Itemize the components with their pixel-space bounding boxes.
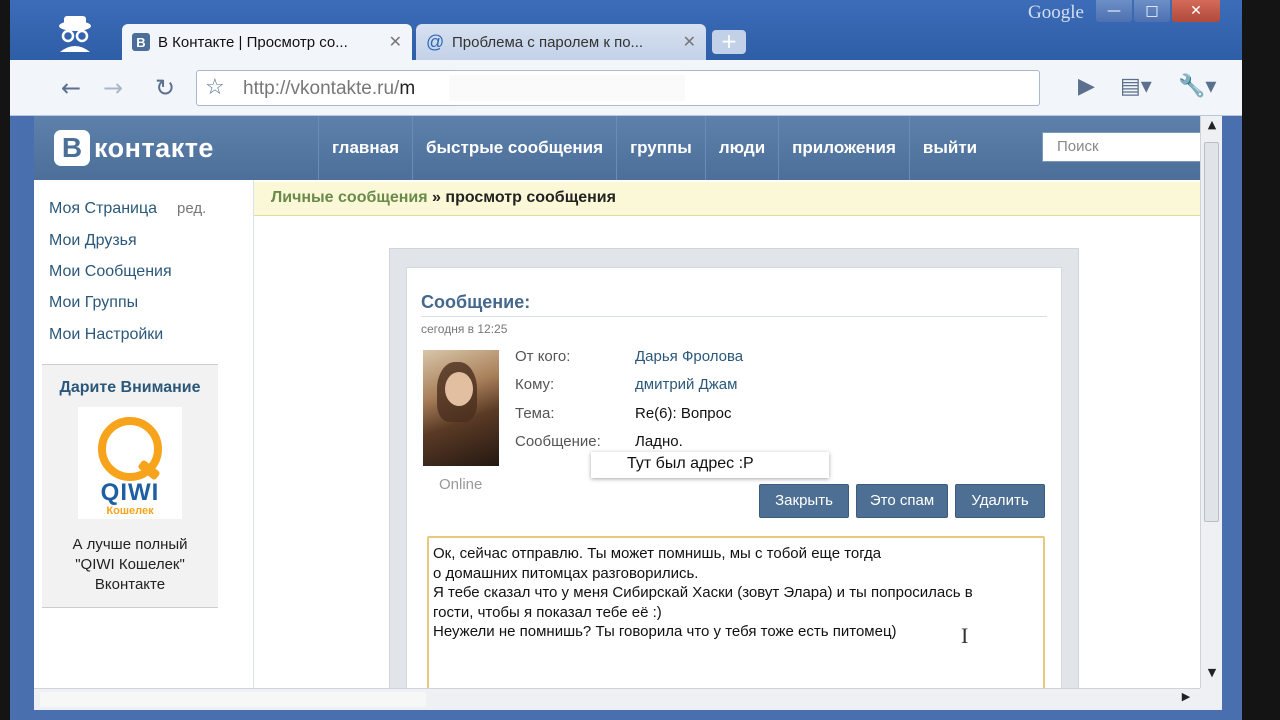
tab-password-problem[interactable]: @ Проблема с паролем к по... ✕: [416, 24, 706, 60]
message-heading: Сообщение:: [421, 292, 531, 312]
qiwi-word: QIWI: [100, 479, 160, 506]
subject-label: Тема:: [515, 405, 555, 422]
reload-icon[interactable]: ↻: [150, 74, 180, 102]
avatar-face: [445, 372, 473, 406]
to-label: Кому:: [515, 376, 555, 393]
nav-people[interactable]: люди: [704, 116, 778, 180]
ad-text: А лучше полный "QIWI Кошелек" Вконтакте: [42, 535, 218, 595]
body-label: Сообщение:: [515, 433, 601, 450]
sidebar-ad[interactable]: Дарите Внимание QIWI Кошелек А лучше пол…: [42, 364, 218, 608]
title-bar: B В Контакте | Просмотр со... ✕ @ Пробле…: [10, 0, 1242, 60]
from-label: От кого:: [515, 348, 571, 365]
breadcrumb-separator: »: [432, 189, 441, 206]
url-path: m: [399, 78, 416, 99]
scroll-right-icon[interactable]: ▶: [1176, 690, 1196, 710]
online-status: Online: [439, 476, 483, 493]
reply-line: Ок, сейчас отправлю. Ты может помнишь, м…: [433, 545, 882, 562]
tab-title: В Контакте | Просмотр со...: [158, 33, 348, 51]
scroll-thumb[interactable]: [1204, 142, 1219, 522]
vk-favicon: B: [132, 33, 150, 51]
overlay-note: Тут был адрес :P: [591, 452, 829, 478]
ad-text-line: А лучше полный: [72, 536, 188, 553]
incognito-icon: [59, 16, 91, 52]
scroll-thumb[interactable]: [40, 692, 426, 707]
left-sidebar: Моя Страница ред. Мои Друзья Мои Сообщен…: [34, 180, 254, 688]
maximize-button[interactable]: □: [1134, 0, 1170, 22]
tab-close-icon[interactable]: ✕: [683, 32, 696, 52]
forward-arrow-icon[interactable]: →: [98, 74, 128, 102]
wrench-icon[interactable]: 🔧▾: [1178, 74, 1216, 99]
text-cursor-icon: I: [961, 623, 969, 648]
scroll-up-icon[interactable]: ▲: [1201, 118, 1223, 138]
breadcrumb: Личные сообщения » просмотр сообщения: [254, 182, 1200, 216]
sidebar-item-my-page[interactable]: Моя Страница: [49, 200, 157, 218]
go-arrow-icon[interactable]: ▶: [1078, 74, 1095, 99]
vk-logo[interactable]: В контакте: [54, 130, 214, 166]
avatar[interactable]: [423, 350, 499, 466]
redacted-url: [449, 75, 685, 101]
close-button[interactable]: Закрыть: [759, 484, 849, 518]
vk-header: В контакте главная быстрые сообщения гру…: [34, 116, 1200, 180]
message-card: Сообщение: сегодня в 12:25 Online От ког…: [406, 267, 1062, 688]
url-text: http://vkontakte.ru/m: [243, 78, 415, 100]
vk-main-nav: главная быстрые сообщения группы люди пр…: [318, 116, 990, 180]
screen-edge-left: [0, 0, 10, 720]
to-value[interactable]: дмитрий Джам: [635, 376, 737, 393]
spam-button[interactable]: Это спам: [856, 484, 948, 518]
reply-textarea[interactable]: Ок, сейчас отправлю. Ты может помнишь, м…: [427, 536, 1045, 688]
star-icon[interactable]: ☆: [205, 75, 225, 100]
nav-apps[interactable]: приложения: [778, 116, 909, 180]
vk-logo-box: В: [54, 130, 90, 166]
tab-vkontakte[interactable]: B В Контакте | Просмотр со... ✕: [122, 24, 412, 60]
reply-line: Я тебе сказал что у меня Сибирскай Хаски…: [433, 584, 973, 601]
vertical-scrollbar[interactable]: ▲ ▼: [1200, 116, 1222, 688]
horizontal-scrollbar[interactable]: ▶: [34, 688, 1200, 710]
ad-text-line: Вконтакте: [94, 576, 166, 593]
nav-logout[interactable]: выйти: [908, 116, 990, 180]
vk-logo-text: контакте: [94, 132, 214, 163]
close-window-button[interactable]: ✕: [1172, 0, 1220, 22]
url-host: http://vkontakte.ru/: [243, 78, 400, 99]
sidebar-item-messages[interactable]: Мои Сообщения: [49, 263, 172, 281]
nav-home[interactable]: главная: [318, 116, 412, 180]
svg-text:B: B: [136, 35, 145, 50]
tab-close-icon[interactable]: ✕: [389, 32, 402, 52]
sidebar-item-groups[interactable]: Мои Группы: [49, 294, 138, 312]
browser-toolbar: ← → ↻ ☆ http://vkontakte.ru/m ▶ ▤▾ 🔧▾: [10, 60, 1242, 116]
mail-at-icon: @: [426, 32, 445, 52]
breadcrumb-current: просмотр сообщения: [445, 189, 616, 206]
minimize-button[interactable]: —: [1096, 0, 1132, 22]
subject-value: Re(6): Вопрос: [635, 405, 732, 422]
nav-groups[interactable]: группы: [616, 116, 705, 180]
sidebar-item-friends[interactable]: Мои Друзья: [49, 232, 137, 250]
reply-line: о домашних питомцах разговорились.: [433, 564, 699, 582]
sidebar-edit-link[interactable]: ред.: [177, 200, 206, 217]
from-value[interactable]: Дарья Фролова: [635, 348, 743, 365]
body-value: Ладно.: [635, 433, 683, 450]
scroll-corner: [1200, 688, 1222, 710]
reply-line: гости, чтобы я показал тебе её :): [433, 603, 662, 621]
delete-button[interactable]: Удалить: [955, 484, 1045, 518]
back-arrow-icon[interactable]: ←: [56, 74, 86, 102]
scroll-down-icon[interactable]: ▼: [1201, 666, 1223, 686]
nav-quick-messages[interactable]: быстрые сообщения: [412, 116, 616, 180]
reply-line: Неужели не помнишь? Ты говорила что у те…: [433, 623, 897, 640]
qiwi-logo: QIWI Кошелек: [78, 407, 182, 519]
message-panel: Сообщение: сегодня в 12:25 Online От ког…: [389, 248, 1079, 688]
page-menu-icon[interactable]: ▤▾: [1120, 74, 1152, 99]
ad-text-line: "QIWI Кошелек": [75, 556, 185, 573]
ad-title: Дарите Внимание: [59, 379, 201, 396]
divider: [421, 316, 1047, 317]
screen-edge-right: [1242, 0, 1280, 720]
search-input[interactable]: Поиск: [1042, 132, 1200, 162]
breadcrumb-parent[interactable]: Личные сообщения: [271, 189, 428, 206]
google-branding: Google: [1028, 2, 1084, 23]
tab-title: Проблема с паролем к по...: [452, 33, 644, 51]
web-page: В контакте главная быстрые сообщения гру…: [34, 116, 1200, 688]
address-bar[interactable]: ☆ http://vkontakte.ru/m: [196, 70, 1040, 106]
new-tab-button[interactable]: +: [712, 30, 746, 54]
message-date: сегодня в 12:25: [421, 322, 508, 336]
sidebar-item-settings[interactable]: Мои Настройки: [49, 326, 163, 344]
qiwi-sub: Кошелек: [106, 505, 154, 517]
